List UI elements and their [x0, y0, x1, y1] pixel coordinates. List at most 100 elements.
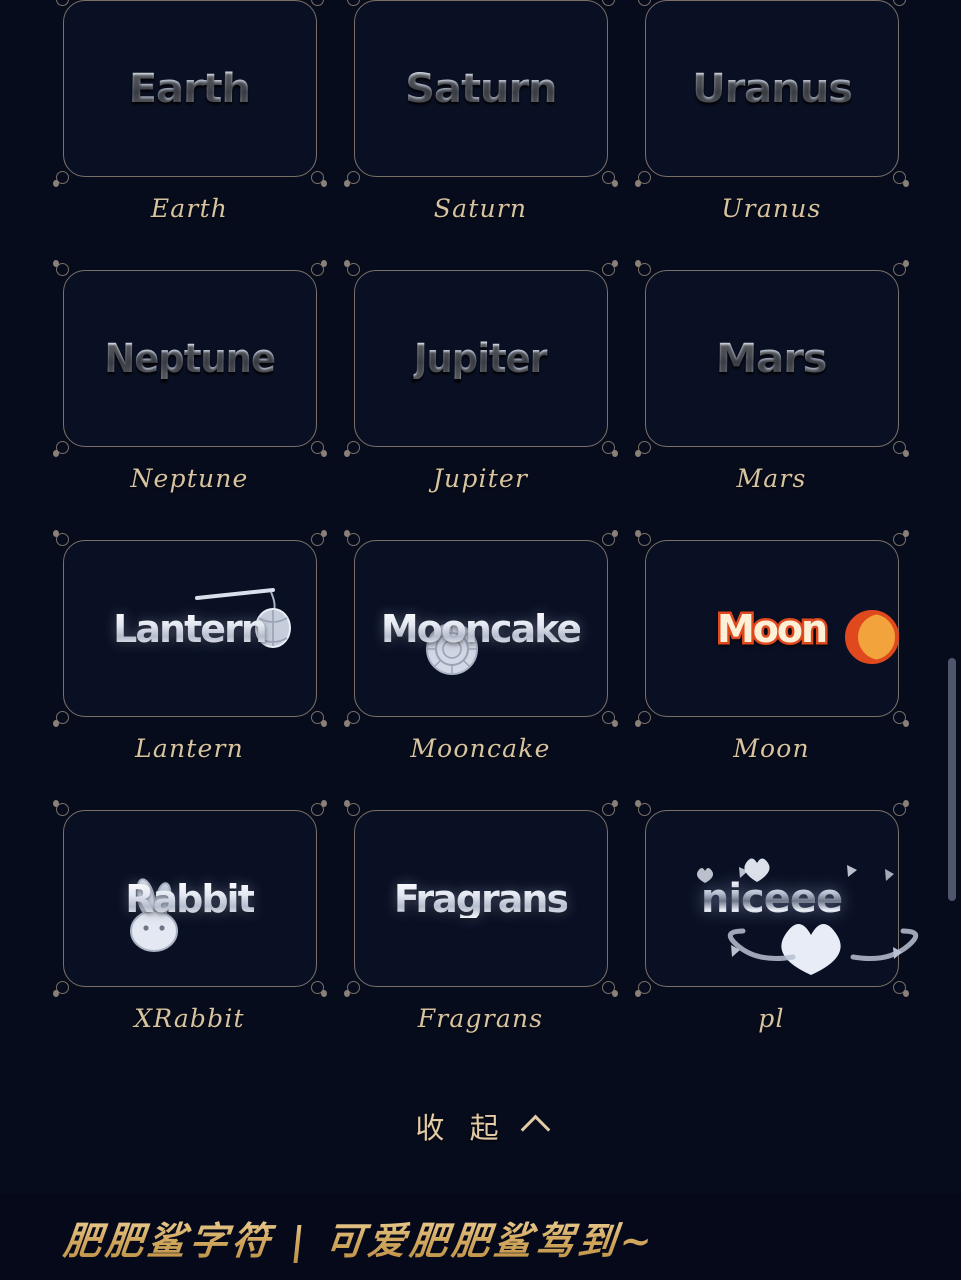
font-card-mooncake[interactable]: Mooncake	[343, 530, 618, 727]
card-corner-top-right-icon	[887, 0, 909, 12]
font-card-uranus[interactable]: Uranus	[634, 0, 909, 187]
font-card-caption: Lantern	[135, 734, 244, 763]
font-sample-text: Moon	[714, 606, 830, 651]
card-corner-bottom-right-icon	[887, 705, 909, 727]
font-sample-art: Uranus	[691, 66, 852, 112]
font-card-cell: Lantern Lantern	[45, 528, 335, 798]
card-corner-bottom-right-icon	[887, 165, 909, 187]
font-sample-art: Jupiter	[408, 335, 553, 382]
font-sample-art: Fragrans	[393, 876, 569, 921]
font-card-earth[interactable]: Earth	[52, 0, 327, 187]
crescent-moon-icon	[844, 609, 899, 664]
font-card-mars[interactable]: Mars	[634, 260, 909, 457]
card-corner-top-right-icon	[596, 530, 618, 552]
card-corner-top-left-icon	[52, 260, 75, 282]
font-card-caption: Moon	[733, 734, 810, 763]
card-corner-bottom-left-icon	[634, 705, 657, 727]
card-corner-top-right-icon	[305, 530, 327, 552]
font-card-caption: Saturn	[433, 194, 528, 223]
card-corner-bottom-left-icon	[634, 165, 657, 187]
card-corner-top-left-icon	[52, 800, 75, 822]
font-sample-text: niceee	[700, 875, 843, 922]
font-sample-text: Neptune	[103, 335, 276, 382]
card-corner-top-right-icon	[887, 260, 909, 282]
card-corner-bottom-left-icon	[343, 705, 366, 727]
font-card-caption: Mars	[736, 464, 807, 493]
card-corner-bottom-right-icon	[596, 165, 618, 187]
card-corner-bottom-right-icon	[305, 165, 327, 187]
font-sample-text: Mars	[715, 335, 828, 382]
font-card-jupiter[interactable]: Jupiter	[343, 260, 618, 457]
font-sample-text: Rabbit	[125, 876, 255, 921]
font-sample-art: Rabbit	[125, 876, 256, 952]
font-card-fragrans[interactable]: Fragrans	[343, 800, 618, 997]
font-card-moon[interactable]: Moon	[634, 530, 909, 727]
collapse-label: 收 起	[415, 1111, 507, 1145]
font-sample-art: Mars	[715, 335, 828, 382]
font-card-cell: Rabbit XRabbit	[45, 798, 335, 1068]
font-sample-art: Mooncake	[380, 606, 582, 675]
card-corner-top-right-icon	[596, 260, 618, 282]
font-sample-text: Mooncake	[380, 606, 582, 651]
card-corner-bottom-right-icon	[887, 435, 909, 457]
card-corner-bottom-right-icon	[305, 435, 327, 457]
font-card-caption: Neptune	[130, 464, 249, 493]
font-sample-art: Neptune	[97, 335, 282, 382]
card-corner-top-right-icon	[596, 800, 618, 822]
card-corner-top-left-icon	[343, 260, 366, 282]
card-corner-bottom-left-icon	[52, 705, 75, 727]
font-card-caption: XRabbit	[134, 1004, 245, 1033]
card-corner-top-right-icon	[305, 0, 327, 12]
card-corner-top-right-icon	[596, 0, 618, 12]
font-card-lantern[interactable]: Lantern	[52, 530, 327, 727]
card-corner-bottom-right-icon	[305, 975, 327, 997]
card-corner-top-left-icon	[52, 530, 75, 552]
font-card-caption: pl	[758, 1004, 785, 1033]
card-corner-top-right-icon	[305, 800, 327, 822]
font-sample-art: niceee	[696, 858, 918, 975]
scrollbar-thumb[interactable]	[948, 658, 956, 901]
font-card-neptune[interactable]: Neptune	[52, 260, 327, 457]
font-card-saturn[interactable]: Saturn	[343, 0, 618, 187]
font-sample-art: Lantern	[113, 587, 292, 651]
card-corner-bottom-right-icon	[596, 705, 618, 727]
font-card-cell: Earth Earth	[45, 0, 335, 258]
card-corner-top-left-icon	[53, 0, 75, 12]
font-card-xrabbit[interactable]: Rabbit	[52, 800, 327, 997]
chevron-up-icon	[520, 1114, 550, 1145]
card-corner-bottom-left-icon	[52, 435, 75, 457]
font-card-cell: Mooncake Mooncake	[336, 528, 626, 798]
font-card-pl[interactable]: niceee	[634, 800, 918, 997]
font-card-caption: Jupiter	[432, 464, 529, 493]
scrollbar-track[interactable]	[948, 0, 959, 1280]
font-card-cell: niceee pl	[627, 798, 918, 1068]
font-card-cell: Jupiter Jupiter	[336, 258, 626, 528]
font-card-grid: Earth Earth Saturn Saturn Uranus Uranus Neptun…	[0, 0, 961, 1068]
font-sample-text: Fragrans	[393, 876, 569, 921]
footer-title: 肥肥鲨字符 | 可爱肥肥鲨驾到~	[61, 1210, 659, 1265]
font-sample-text: Saturn	[404, 65, 557, 112]
card-corner-bottom-right-icon	[305, 705, 327, 727]
card-corner-top-left-icon	[634, 800, 657, 822]
card-corner-top-left-icon	[634, 260, 657, 282]
card-corner-bottom-left-icon	[343, 975, 366, 997]
card-corner-top-left-icon	[635, 0, 657, 12]
font-card-caption: Mooncake	[410, 734, 551, 763]
card-corner-bottom-left-icon	[343, 435, 366, 457]
font-sample-text: Earth	[128, 65, 251, 112]
font-sample-text: Jupiter	[413, 335, 548, 382]
card-corner-top-left-icon	[344, 0, 366, 12]
font-card-caption: Fragrans	[417, 1004, 544, 1033]
card-corner-bottom-left-icon	[634, 975, 657, 997]
collapse-button[interactable]: 收 起	[0, 1105, 961, 1147]
font-card-cell: Uranus Uranus	[627, 0, 917, 258]
font-sample-text: Lantern	[113, 606, 268, 651]
font-card-cell: Neptune Neptune	[45, 258, 335, 528]
card-corner-bottom-right-icon	[887, 975, 909, 997]
font-card-cell: Mars Mars	[627, 258, 917, 528]
font-sample-art: Saturn	[404, 66, 556, 112]
card-corner-bottom-left-icon	[52, 165, 75, 187]
card-corner-top-left-icon	[343, 530, 366, 552]
card-corner-top-left-icon	[343, 800, 366, 822]
card-corner-bottom-right-icon	[596, 975, 618, 997]
